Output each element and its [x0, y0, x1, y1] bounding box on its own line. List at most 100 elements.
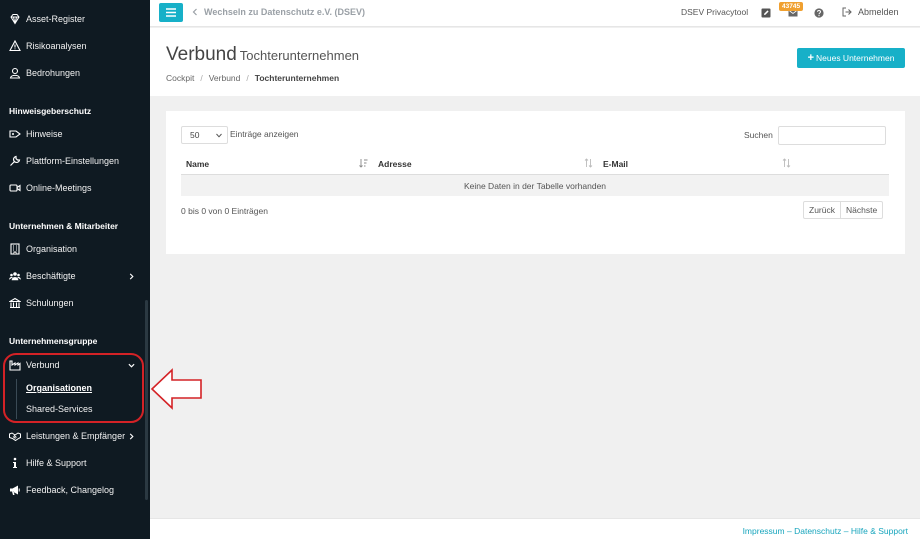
page-length-select[interactable]: 50: [181, 126, 228, 144]
new-company-button[interactable]: + Neues Unternehmen: [797, 48, 905, 68]
sidebar-item-bedrohungen[interactable]: Bedrohungen: [0, 63, 150, 83]
sidebar-item-asset-register[interactable]: Asset-Register: [0, 9, 150, 29]
sort-icon[interactable]: [584, 158, 593, 168]
industry-icon: [9, 359, 21, 371]
sidebar-item-hilfe-support[interactable]: Hilfe & Support: [0, 453, 150, 473]
page-subtitle: Tochterunternehmen: [239, 48, 360, 63]
submenu-line: [16, 379, 17, 419]
breadcrumb: Cockpit / Verbund / Tochterunternehmen: [166, 73, 339, 83]
sidebar-item-leistungen-empfaenger[interactable]: Leistungen & Empfänger: [0, 426, 150, 446]
sidebar-item-label: Plattform-Einstellungen: [26, 156, 120, 166]
table-header: Name Adresse E-Mail: [181, 153, 889, 175]
breadcrumb-separator: /: [246, 73, 249, 83]
chevron-right-icon: [126, 430, 136, 442]
breadcrumb-separator: /: [200, 73, 203, 83]
hamburger-icon: [166, 8, 176, 17]
sidebar-item-verbund[interactable]: Verbund: [0, 355, 150, 375]
sidebar-subitem-organisationen[interactable]: Organisationen: [26, 383, 92, 393]
warning-icon: [9, 40, 21, 52]
tag-icon: [9, 128, 21, 140]
tool-name: DSEV Privacytool: [681, 7, 749, 17]
sidebar-section-unternehmensgruppe: Unternehmensgruppe: [9, 336, 98, 346]
info-icon: [9, 457, 21, 469]
column-header-email[interactable]: E-Mail: [603, 159, 628, 169]
sidebar-item-label: Risikoanalysen: [26, 41, 87, 51]
pagination-previous-button[interactable]: Zurück: [804, 202, 840, 218]
new-company-label: Neues Unternehmen: [816, 53, 895, 63]
sidebar-item-label: Hinweise: [26, 129, 63, 139]
sidebar-scrollbar[interactable]: [145, 300, 148, 500]
column-header-name[interactable]: Name: [186, 159, 209, 169]
users-icon: [9, 270, 21, 282]
sidebar-item-hinweise[interactable]: Hinweise: [0, 124, 150, 144]
topbar: Wechseln zu Datenschutz e.V. (DSEV) DSEV…: [150, 0, 920, 27]
sidebar-section-unternehmen: Unternehmen & Mitarbeiter: [9, 221, 119, 231]
menu-toggle-button[interactable]: [159, 3, 183, 22]
sidebar: Asset-Register Risikoanalysen Bedrohunge…: [0, 0, 150, 539]
sidebar-section-hinweisgeberschutz: Hinweisgeberschutz: [9, 106, 92, 116]
switch-organization-label: Wechseln zu Datenschutz e.V. (DSEV): [204, 7, 366, 17]
sort-icon[interactable]: [782, 158, 791, 168]
footer-link-impressum[interactable]: Impressum: [743, 526, 785, 536]
video-camera-icon: [9, 182, 21, 194]
sidebar-item-organisation[interactable]: Organisation: [0, 239, 150, 259]
sidebar-subitem-shared-services[interactable]: Shared-Services: [26, 404, 93, 414]
help-icon[interactable]: [813, 7, 824, 18]
sidebar-item-label: Hilfe & Support: [26, 458, 87, 468]
chevron-left-icon: [192, 8, 197, 16]
sidebar-item-label: Online-Meetings: [26, 183, 92, 193]
column-header-adresse[interactable]: Adresse: [378, 159, 412, 169]
highlight-arrow-icon: [150, 368, 202, 410]
handshake-icon: [9, 430, 21, 442]
page-title-text: Verbund: [166, 44, 237, 65]
sidebar-item-label: Leistungen & Empfänger: [26, 431, 126, 441]
sign-out-icon: [842, 7, 852, 17]
wrench-icon: [9, 155, 21, 167]
edit-icon[interactable]: [760, 7, 771, 18]
sidebar-item-label: Feedback, Changelog: [26, 485, 115, 495]
sidebar-item-schulungen[interactable]: Schulungen: [0, 293, 150, 313]
page-length-label: Einträge anzeigen: [230, 129, 299, 139]
plus-icon: +: [807, 52, 814, 64]
sidebar-item-label: Asset-Register: [26, 14, 86, 24]
pagination: Zurück Nächste: [803, 201, 884, 219]
pagination-next-button[interactable]: Nächste: [839, 202, 882, 218]
sidebar-item-label: Organisation: [26, 244, 78, 254]
sidebar-item-online-meetings[interactable]: Online-Meetings: [0, 178, 150, 198]
sidebar-item-label: Bedrohungen: [26, 68, 81, 78]
sidebar-item-label: Beschäftigte: [26, 271, 76, 281]
logout-link[interactable]: Abmelden: [842, 7, 899, 17]
notification-badge: 43745: [779, 2, 804, 11]
search-label: Suchen: [744, 130, 773, 140]
breadcrumb-item-current: Tochterunternehmen: [254, 73, 340, 83]
breadcrumb-item-cockpit[interactable]: Cockpit: [166, 73, 194, 83]
chevron-down-icon: [216, 133, 222, 138]
sidebar-item-label: Schulungen: [26, 298, 74, 308]
search-input[interactable]: [778, 126, 886, 145]
table-info: 0 bis 0 von 0 Einträgen: [181, 206, 268, 216]
footer-separator: –: [843, 526, 849, 536]
diamond-icon: [9, 13, 21, 25]
footer-links: Impressum – Datenschutz – Hilfe & Suppor…: [743, 526, 908, 536]
sort-asc-icon[interactable]: [359, 158, 368, 168]
sidebar-item-feedback-changelog[interactable]: Feedback, Changelog: [0, 480, 150, 500]
logout-label: Abmelden: [858, 7, 899, 17]
footer-link-hilfe-support[interactable]: Hilfe & Support: [851, 526, 908, 536]
chevron-down-icon: [126, 359, 136, 371]
breadcrumb-item-verbund[interactable]: Verbund: [209, 73, 241, 83]
user-icon: [9, 67, 21, 79]
sidebar-item-label: Verbund: [26, 360, 60, 370]
page-header: Verbund Tochterunternehmen Cockpit / Verb…: [150, 28, 920, 96]
switch-organization-link[interactable]: Wechseln zu Datenschutz e.V. (DSEV): [192, 7, 365, 17]
sidebar-item-plattform-einstellungen[interactable]: Plattform-Einstellungen: [0, 151, 150, 171]
page-length-value: 50: [190, 130, 200, 140]
table-empty-row: Keine Daten in der Tabelle vorhanden: [181, 175, 889, 196]
building-icon: [9, 243, 21, 255]
footer-link-datenschutz[interactable]: Datenschutz: [794, 526, 841, 536]
sidebar-item-beschaeftigte[interactable]: Beschäftigte: [0, 266, 150, 286]
sidebar-item-risikoanalysen[interactable]: Risikoanalysen: [0, 36, 150, 56]
chevron-right-icon: [126, 270, 136, 282]
institution-icon: [9, 297, 21, 309]
page-title: Verbund Tochterunternehmen: [166, 44, 359, 66]
footer-separator: –: [786, 526, 792, 536]
